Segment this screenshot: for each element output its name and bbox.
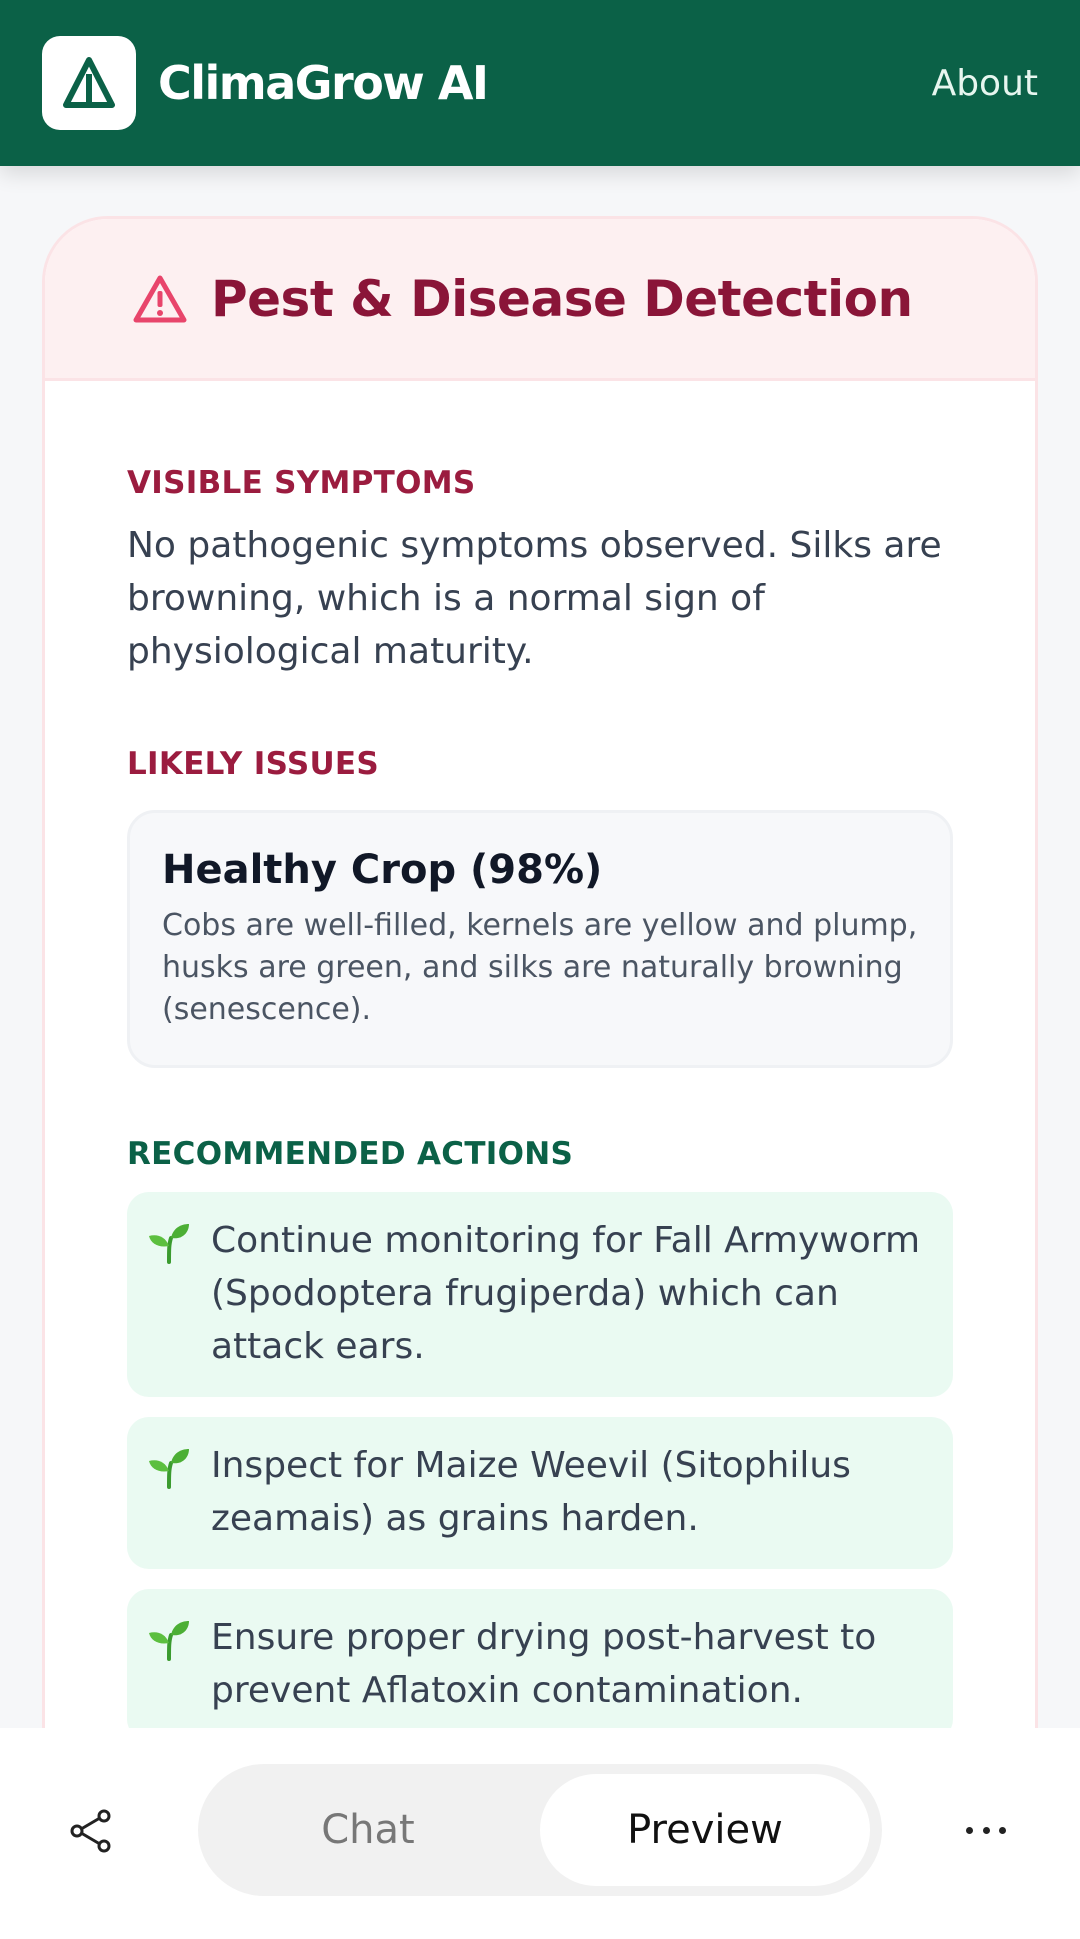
logo[interactable] [42,36,136,130]
recommended-actions-label: RECOMMENDED ACTIONS [127,1136,574,1172]
card-header: Pest & Disease Detection [45,219,1035,381]
view-toggle: Chat Preview [198,1764,882,1896]
app-header: ClimaGrow AI About [0,0,1080,166]
action-text: Inspect for Maize Weevil (Sitophilus zea… [211,1445,851,1539]
pest-disease-card: Pest & Disease Detection VISIBLE SYMPTOM… [42,216,1038,1776]
more-dot-icon [966,1826,973,1834]
action-text: Continue monitoring for Fall Armyworm (S… [211,1220,921,1367]
action-item: Continue monitoring for Fall Armyworm (S… [127,1192,953,1397]
about-link[interactable]: About [932,63,1038,104]
app-title: ClimaGrow AI [158,56,489,110]
seedling-icon [149,1449,189,1489]
seedling-icon [149,1621,189,1661]
tab-preview[interactable]: Preview [540,1774,870,1886]
logo-triangle-icon [63,57,115,108]
likely-issues-label: LIKELY ISSUES [127,746,380,782]
issue-card: Healthy Crop (98%) Cobs are well-filled,… [127,810,953,1068]
tab-chat[interactable]: Chat [198,1764,538,1896]
seedling-icon [149,1224,189,1264]
visible-symptoms-text: No pathogenic symptoms observed. Silks a… [127,525,942,672]
card-body: VISIBLE SYMPTOMS No pathogenic symptoms … [45,465,1035,1741]
share-icon [70,1809,111,1853]
action-text: Ensure proper drying post-harvest to pre… [211,1617,877,1711]
visible-symptoms-label: VISIBLE SYMPTOMS [127,465,476,501]
card-title: Pest & Disease Detection [211,269,913,328]
more-options-button[interactable] [966,1810,1006,1850]
action-item: Inspect for Maize Weevil (Sitophilus zea… [127,1417,953,1569]
warning-triangle-icon [133,275,187,322]
more-dot-icon [982,1826,990,1834]
issue-title: Healthy Crop (98%) [162,847,603,893]
action-item: Ensure proper drying post-harvest to pre… [127,1589,953,1741]
issue-description: Cobs are well-filled, kernels are yellow… [162,908,918,1027]
more-dot-icon [999,1826,1006,1834]
share-button[interactable] [68,1808,114,1854]
bottom-bar: Chat Preview [0,1728,1080,1939]
